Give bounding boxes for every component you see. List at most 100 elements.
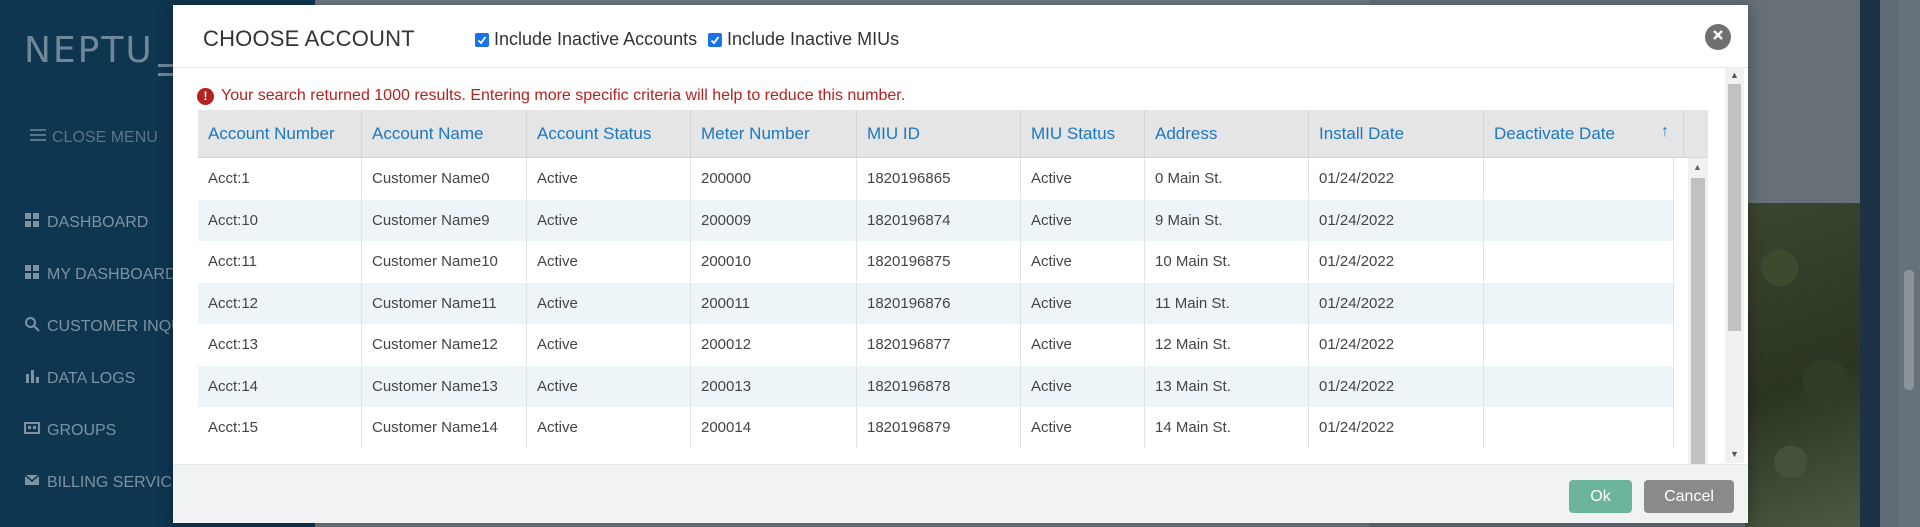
- table-row[interactable]: Acct:1 Customer Name0 Active 200000 18201968…: [198, 158, 1674, 199]
- close-menu-label: CLOSE MENU: [52, 128, 158, 146]
- table-body: Acct:1 Customer Name0 Active 200000 18201968…: [198, 158, 1708, 465]
- cell-account-status: Active: [527, 282, 691, 324]
- scroll-up-arrow-icon[interactable]: ▲: [1693, 162, 1702, 172]
- dialog-header: CHOOSE ACCOUNT Include Inactive Accounts…: [173, 5, 1748, 68]
- cell-account-name: Customer Name0: [362, 158, 527, 199]
- cell-deactivate-date: [1484, 324, 1674, 365]
- column-header-label: Deactivate Date: [1494, 123, 1615, 143]
- cell-install-date: 01/24/2022: [1309, 324, 1484, 365]
- sort-ascending-icon: ↑: [1661, 123, 1669, 140]
- cell-account-name: Customer Name9: [362, 199, 527, 241]
- dialog-footer: Ok Cancel: [173, 464, 1748, 523]
- cell-meter-number: 200011: [691, 282, 857, 324]
- cell-deactivate-date: [1484, 365, 1674, 407]
- cell-miu-status: Active: [1021, 324, 1145, 365]
- sidebar-item-dashboard[interactable]: DASHBOARD: [24, 212, 148, 233]
- page-scrollbar-thumb[interactable]: [1904, 270, 1914, 390]
- sidebar-item-data-logs[interactable]: DATA LOGS: [24, 368, 135, 389]
- sidebar-item-label: CUSTOMER INQU: [47, 317, 183, 335]
- grid-icon: [24, 264, 40, 285]
- table-scrollbar-thumb[interactable]: [1691, 178, 1705, 465]
- sidebar-item-label: MY DASHBOARD: [47, 265, 177, 283]
- cell-address: 11 Main St.: [1145, 282, 1309, 324]
- cell-deactivate-date: [1484, 158, 1674, 199]
- cell-miu-id: 1820196876: [857, 282, 1021, 324]
- choose-account-dialog: CHOOSE ACCOUNT Include Inactive Accounts…: [173, 5, 1748, 523]
- cell-account-status: Active: [527, 407, 691, 448]
- checkbox-checked-icon[interactable]: [708, 32, 722, 47]
- cancel-button[interactable]: Cancel: [1644, 480, 1734, 513]
- cell-install-date: 01/24/2022: [1309, 407, 1484, 448]
- table-scrollbar[interactable]: ▲: [1688, 158, 1708, 465]
- sidebar-item-customer-inquiry[interactable]: CUSTOMER INQU: [24, 316, 183, 337]
- bar-chart-icon: [24, 368, 40, 389]
- column-header-meter-number[interactable]: Meter Number: [691, 110, 857, 157]
- cell-meter-number: 200009: [691, 199, 857, 241]
- cell-account-number: Acct:14: [198, 365, 362, 407]
- include-inactive-mius-label: Include Inactive MIUs: [727, 29, 900, 49]
- scroll-up-arrow-icon[interactable]: ▲: [1730, 70, 1739, 80]
- cell-miu-id: 1820196875: [857, 241, 1021, 282]
- cell-miu-status: Active: [1021, 282, 1145, 324]
- table-row[interactable]: Acct:11 Customer Name10 Active 200010 182019…: [198, 241, 1674, 282]
- search-icon: [24, 316, 40, 337]
- dialog-scrollbar-thumb[interactable]: [1728, 84, 1741, 331]
- satellite-map: [1745, 203, 1860, 527]
- table-row[interactable]: Acct:13 Customer Name12 Active 200012 182019…: [198, 324, 1674, 365]
- cell-install-date: 01/24/2022: [1309, 158, 1484, 199]
- cell-miu-id: 1820196879: [857, 407, 1021, 448]
- cell-account-name: Customer Name12: [362, 324, 527, 365]
- cell-meter-number: 200014: [691, 407, 857, 448]
- cell-deactivate-date: [1484, 282, 1674, 324]
- checkbox-checked-icon[interactable]: [475, 32, 489, 47]
- cell-account-status: Active: [527, 199, 691, 241]
- cell-account-number: Acct:12: [198, 282, 362, 324]
- cell-account-name: Customer Name13: [362, 365, 527, 407]
- sidebar-item-groups[interactable]: GROUPS: [24, 420, 116, 441]
- exclamation-icon: !: [197, 87, 214, 105]
- page-scrollbar[interactable]: [1898, 0, 1920, 527]
- cell-deactivate-date: [1484, 241, 1674, 282]
- ok-button[interactable]: Ok: [1569, 480, 1632, 513]
- sidebar-item-label: BILLING SERVICE: [47, 473, 183, 491]
- sidebar-item-my-dashboard[interactable]: MY DASHBOARD: [24, 264, 177, 285]
- table-row[interactable]: Acct:15 Customer Name14 Active 200014 182019…: [198, 407, 1674, 448]
- column-header-install-date[interactable]: Install Date: [1309, 110, 1484, 157]
- column-header-address[interactable]: Address: [1145, 110, 1309, 157]
- column-header-miu-status[interactable]: MIU Status: [1021, 110, 1145, 157]
- table-row[interactable]: Acct:12 Customer Name11 Active 200011 182019…: [198, 282, 1674, 324]
- table-row[interactable]: Acct:14 Customer Name13 Active 200013 182019…: [198, 365, 1674, 407]
- neptune-logo: NEPTU: [24, 30, 154, 71]
- cell-account-name: Customer Name14: [362, 407, 527, 448]
- cell-account-number: Acct:11: [198, 241, 362, 282]
- cell-install-date: 01/24/2022: [1309, 199, 1484, 241]
- include-inactive-mius-checkbox[interactable]: Include Inactive MIUs: [708, 29, 899, 50]
- column-header-deactivate-date[interactable]: Deactivate Date ↑: [1484, 110, 1684, 157]
- dialog-scrollbar[interactable]: ▲ ▼: [1725, 67, 1744, 463]
- sidebar-item-billing-service[interactable]: BILLING SERVICE: [24, 472, 183, 493]
- close-menu-button[interactable]: CLOSE MENU: [30, 128, 158, 147]
- column-header-account-name[interactable]: Account Name: [362, 110, 527, 157]
- background-edge: [1860, 0, 1880, 527]
- table-row[interactable]: Acct:10 Customer Name9 Active 200009 1820196…: [198, 199, 1674, 241]
- accounts-table: Account Number Account Name Account Stat…: [198, 110, 1708, 465]
- cell-address: 9 Main St.: [1145, 199, 1309, 241]
- sidebar-item-label: DATA LOGS: [47, 369, 136, 387]
- cell-address: 13 Main St.: [1145, 365, 1309, 407]
- column-header-account-number[interactable]: Account Number: [198, 110, 362, 157]
- cell-miu-status: Active: [1021, 199, 1145, 241]
- dialog-title: CHOOSE ACCOUNT: [203, 26, 415, 51]
- cell-account-status: Active: [527, 324, 691, 365]
- envelope-icon: [24, 472, 40, 493]
- close-icon: [1712, 28, 1724, 46]
- sidebar-item-label: DASHBOARD: [47, 213, 149, 231]
- close-dialog-button[interactable]: [1705, 24, 1731, 50]
- column-header-miu-id[interactable]: MIU ID: [857, 110, 1021, 157]
- cell-meter-number: 200000: [691, 158, 857, 199]
- table-header: Account Number Account Name Account Stat…: [198, 110, 1708, 158]
- include-inactive-accounts-label: Include Inactive Accounts: [494, 29, 698, 49]
- scroll-down-arrow-icon[interactable]: ▼: [1730, 449, 1739, 459]
- include-inactive-accounts-checkbox[interactable]: Include Inactive Accounts: [475, 29, 697, 50]
- column-header-account-status[interactable]: Account Status: [527, 110, 691, 157]
- cell-account-status: Active: [527, 365, 691, 407]
